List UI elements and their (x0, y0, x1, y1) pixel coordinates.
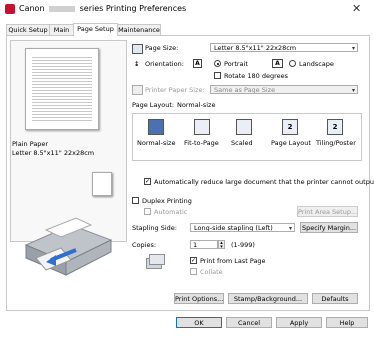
stapling-side-label: Stapling Side: (132, 224, 177, 232)
automatic-label: Automatic (154, 208, 188, 216)
copies-spinner-icon[interactable]: ▴ ▾ (218, 240, 225, 250)
print-options-button[interactable]: Print Options... (174, 293, 224, 304)
page-layout-label: Page Layout: (132, 101, 175, 109)
print-from-last-label: Print from Last Page (200, 257, 266, 265)
window-title: Canon series Printing Preferences (19, 4, 187, 13)
printer-paper-size-label: Printer Paper Size: (145, 86, 205, 94)
page-thumbnail (92, 172, 112, 196)
cancel-button[interactable]: Cancel (226, 317, 272, 328)
copies-stack-icon (146, 252, 165, 269)
landscape-label: Landscape (299, 60, 334, 68)
rotate-180-checkbox[interactable] (214, 72, 221, 79)
duplex-label: Duplex Printing (142, 197, 192, 205)
page-layout-layout-icon[interactable]: 2 (282, 119, 298, 135)
stamp-background-button[interactable]: Stamp/Background... (228, 293, 308, 304)
tiling-poster-layout-icon[interactable]: 2 (327, 119, 343, 135)
chevron-down-icon: ▾ (351, 45, 355, 52)
layout-option-label: Tiling/Poster (316, 139, 356, 147)
fit-to-page-layout-icon[interactable] (194, 119, 210, 135)
page-layout-current: Normal-size (177, 101, 216, 109)
defaults-button[interactable]: Defaults (312, 293, 358, 304)
printer-illustration-icon (24, 217, 113, 276)
layout-option-label: Normal-size (137, 139, 176, 147)
page-layout-options: Normal-size Fit-to-Page Scaled 2 Page La… (132, 113, 362, 161)
printer-paper-size-icon (132, 85, 143, 95)
ok-button[interactable]: OK (176, 317, 222, 328)
page-size-select[interactable]: Letter 8.5"x11" 22x28cm ▾ (210, 43, 358, 52)
auto-reduce-checkbox[interactable]: ✓ (144, 178, 151, 185)
tab-page-setup[interactable]: Page Setup (73, 23, 118, 36)
paper-info: Plain Paper Letter 8.5"x11" 22x28cm (12, 140, 122, 158)
paper-size-label: Letter 8.5"x11" 22x28cm (12, 149, 95, 157)
page-size-icon (132, 44, 143, 54)
portrait-radio[interactable] (214, 60, 221, 67)
copies-label: Copies: (132, 241, 157, 249)
paper-type-label: Plain Paper (12, 140, 49, 148)
landscape-radio[interactable] (289, 60, 296, 67)
print-area-setup-button[interactable]: Print Area Setup... (297, 206, 358, 217)
stapling-side-select[interactable]: Long-side stapling (Left) ▾ (190, 223, 295, 232)
collate-label: Collate (200, 268, 223, 276)
chevron-down-icon: ▾ (351, 87, 355, 94)
printer-app-icon (5, 4, 15, 14)
page-size-label: Page Size: (145, 44, 179, 52)
orientation-label: Orientation: (145, 60, 184, 68)
copies-range: (1-999) (231, 241, 255, 249)
title-bar: Canon series Printing Preferences ✕ (0, 0, 374, 18)
chevron-down-icon: ▾ (288, 225, 292, 232)
auto-reduce-label: Automatically reduce large document that… (154, 178, 374, 186)
collate-checkbox[interactable] (190, 268, 197, 275)
scaled-layout-icon[interactable] (236, 119, 252, 135)
portrait-label: Portrait (224, 60, 248, 68)
rotate-180-label: Rotate 180 degrees (224, 72, 288, 80)
close-icon[interactable]: ✕ (352, 2, 361, 15)
print-from-last-checkbox[interactable]: ✓ (190, 257, 197, 264)
landscape-icon: A (272, 59, 283, 68)
paper-preview (25, 48, 99, 130)
layout-option-label: Scaled (231, 139, 253, 147)
printer-paper-size-select[interactable]: Same as Page Size ▾ (210, 85, 358, 94)
portrait-icon: A (193, 59, 202, 68)
help-button[interactable]: Help (326, 317, 368, 328)
duplex-checkbox[interactable] (132, 197, 139, 204)
layout-option-label: Page Layout (271, 139, 311, 147)
normal-size-layout-icon[interactable] (148, 119, 164, 135)
copies-input[interactable]: 1 (190, 240, 218, 249)
layout-option-label: Fit-to-Page (184, 139, 219, 147)
orientation-arrow-icon: ↨ (134, 60, 140, 68)
apply-button[interactable]: Apply (276, 317, 322, 328)
automatic-checkbox[interactable] (144, 208, 151, 215)
specify-margin-button[interactable]: Specify Margin... (300, 222, 358, 233)
